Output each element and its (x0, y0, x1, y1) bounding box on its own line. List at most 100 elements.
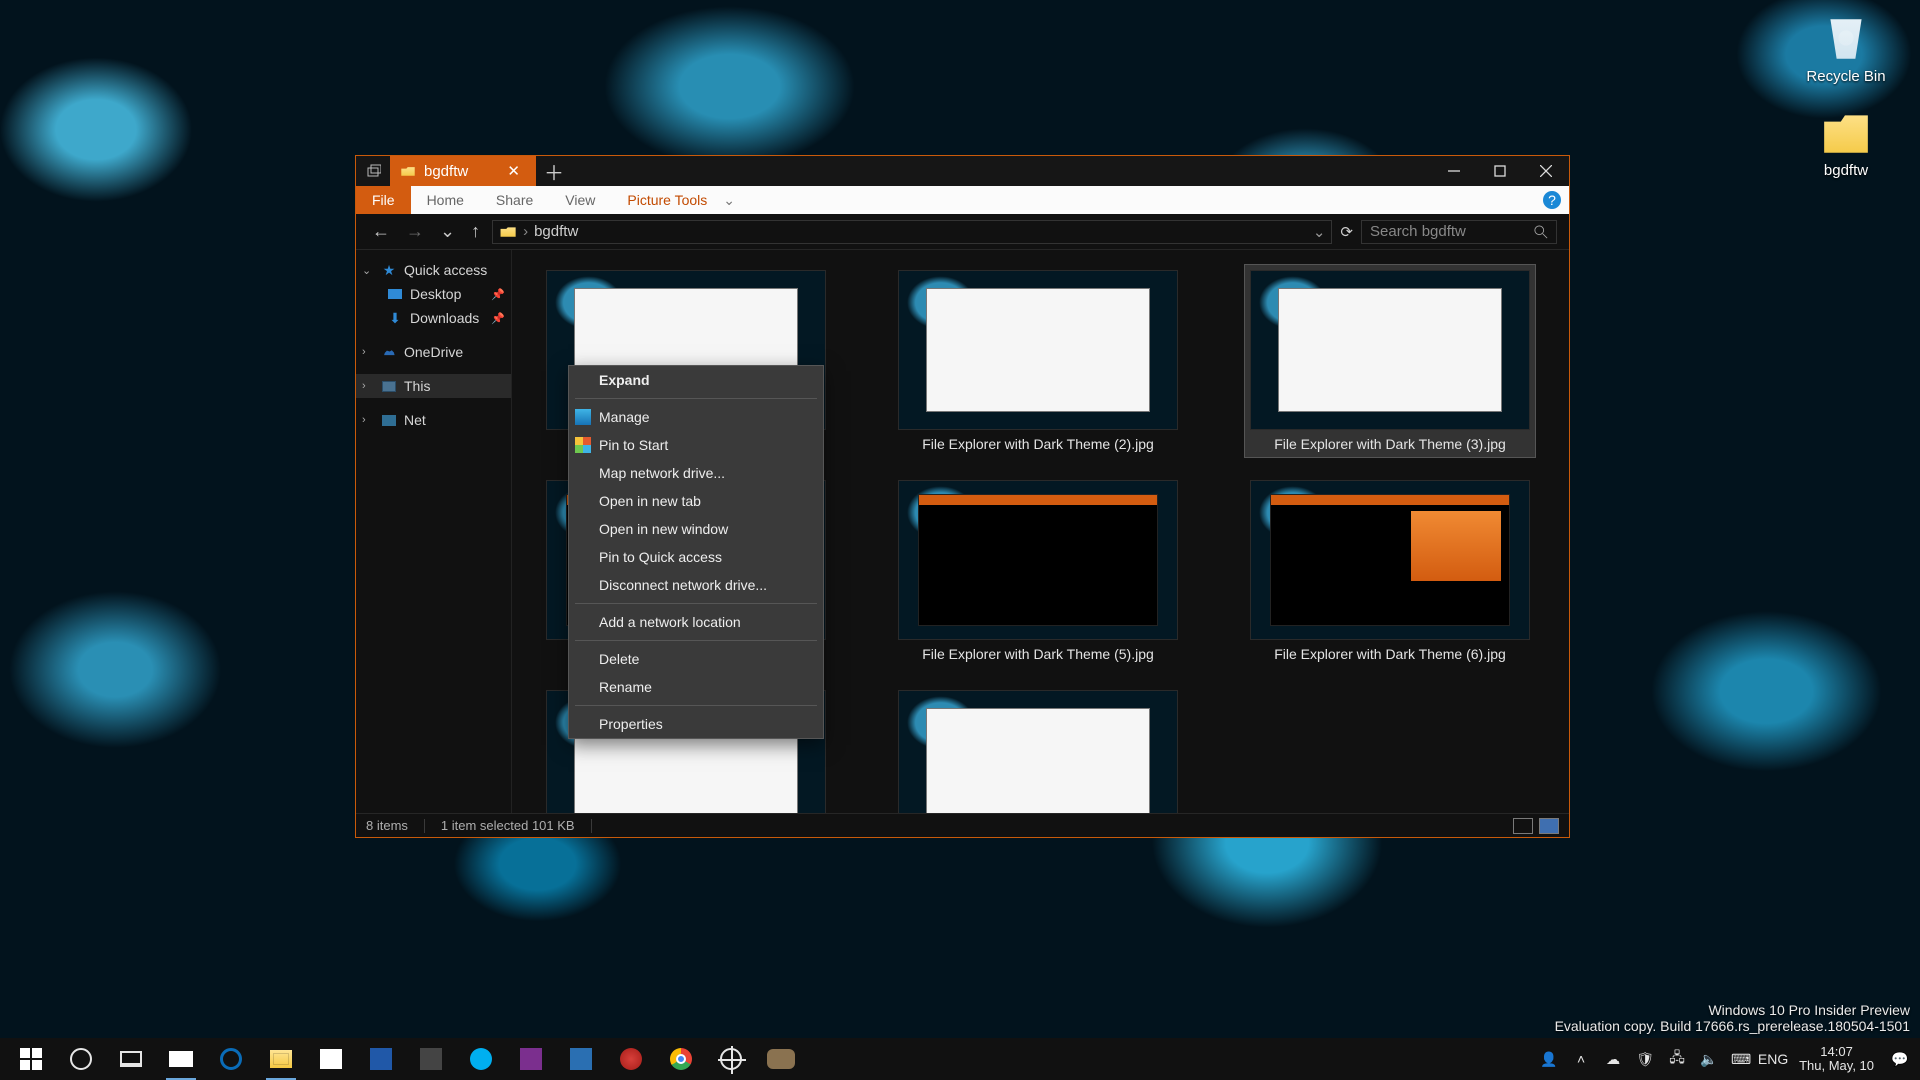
folder-icon (400, 165, 416, 177)
ribbon-collapse-icon[interactable]: ⌄ (723, 192, 735, 209)
store-icon (320, 1049, 342, 1069)
file-item-selected[interactable]: File Explorer with Dark Theme (3).jpg (1244, 264, 1536, 458)
taskbar-store[interactable] (306, 1038, 356, 1080)
nav-onedrive[interactable]: › OneDrive (356, 340, 511, 364)
close-button[interactable] (1523, 156, 1569, 186)
file-item[interactable]: File Explorer with Dark Theme (8).jpg (892, 684, 1184, 813)
taskbar-settings[interactable] (706, 1038, 756, 1080)
breadcrumb-current[interactable]: bgdftw (534, 223, 578, 240)
ctx-open-new-window[interactable]: Open in new window (569, 515, 823, 543)
tray-defender[interactable]: 🛡 (1631, 1047, 1659, 1071)
file-item[interactable]: File Explorer with Dark Theme (6).jpg (1244, 474, 1536, 668)
ribbon-view[interactable]: View (549, 186, 611, 214)
content-area[interactable]: File Explorer with Dark Theme (1).jpg Fi… (512, 250, 1569, 813)
clock-date: Thu, May, 10 (1799, 1059, 1874, 1073)
ctx-add-network-location[interactable]: Add a network location (569, 608, 823, 636)
status-separator (424, 819, 425, 833)
help-button[interactable]: ? (1543, 191, 1561, 209)
search-placeholder: Search bgdftw (1370, 223, 1466, 240)
nav-up-button[interactable]: ↑ (467, 219, 484, 244)
taskbar-chrome[interactable] (656, 1038, 706, 1080)
view-thumbnails-button[interactable] (1539, 818, 1559, 834)
ribbon-file[interactable]: File (356, 186, 411, 214)
nav-quick-access[interactable]: ⌄ ★ Quick access (356, 258, 511, 282)
nav-forward-button[interactable]: → (402, 219, 428, 244)
start-button[interactable] (6, 1038, 56, 1080)
taskbar-sublime[interactable] (406, 1038, 456, 1080)
chevron-right-icon: › (362, 346, 374, 358)
cortana-button[interactable] (56, 1038, 106, 1080)
tray-onedrive[interactable]: ☁ (1599, 1047, 1627, 1071)
file-thumbnail (898, 480, 1178, 640)
file-thumbnail (1250, 270, 1530, 430)
tray-overflow[interactable]: ˄ (1567, 1047, 1595, 1071)
ctx-open-new-tab[interactable]: Open in new tab (569, 487, 823, 515)
nav-back-button[interactable]: ← (368, 219, 394, 244)
tray-people[interactable]: 👤 (1535, 1047, 1563, 1071)
nav-this-pc[interactable]: › This (356, 374, 511, 398)
new-tab-button[interactable]: ＋ (536, 156, 572, 186)
tab-title: bgdftw (424, 163, 468, 180)
quick-access-icon: ★ (380, 262, 398, 279)
maximize-button[interactable] (1477, 156, 1523, 186)
taskbar-file-explorer[interactable] (256, 1038, 306, 1080)
nav-recent-dropdown[interactable]: ⌄ (436, 219, 459, 244)
gimp-icon (767, 1049, 795, 1069)
minimize-button[interactable] (1431, 156, 1477, 186)
ctx-pin-quick-access[interactable]: Pin to Quick access (569, 543, 823, 571)
pin-icon: 📌 (491, 288, 505, 301)
folder-icon (499, 225, 517, 238)
ribbon: File Home Share View Picture Tools ⌄ ? (356, 186, 1569, 214)
chevron-right-icon: › (362, 380, 374, 392)
nav-network[interactable]: › Net (356, 408, 511, 432)
taskbar-mail[interactable] (156, 1038, 206, 1080)
file-item[interactable]: File Explorer with Dark Theme (5).jpg (892, 474, 1184, 668)
nav-desktop[interactable]: Desktop 📌 (356, 282, 511, 306)
taskbar-edge[interactable] (206, 1038, 256, 1080)
nav-downloads[interactable]: ⬇ Downloads 📌 (356, 306, 511, 330)
action-center-button[interactable]: 💬 (1886, 1047, 1914, 1071)
search-box[interactable]: Search bgdftw (1361, 220, 1557, 244)
title-bar[interactable]: bgdftw ✕ ＋ (356, 156, 1569, 186)
taskbar-word[interactable] (356, 1038, 406, 1080)
ribbon-home[interactable]: Home (411, 186, 480, 214)
tab-close-button[interactable]: ✕ (501, 162, 526, 180)
recycle-bin-shortcut[interactable]: Recycle Bin (1798, 12, 1894, 85)
tray-volume[interactable]: 🔈 (1695, 1047, 1723, 1071)
breadcrumb-bar[interactable]: › bgdftw ⌄ (492, 220, 1332, 244)
ribbon-picture-tools[interactable]: Picture Tools (611, 186, 723, 214)
chevron-right-icon: › (523, 223, 528, 240)
taskbar-gimp[interactable] (756, 1038, 806, 1080)
downloads-icon: ⬇ (386, 310, 404, 327)
ctx-expand[interactable]: Expand (569, 366, 823, 394)
taskbar-virtualbox[interactable] (556, 1038, 606, 1080)
nav-label: OneDrive (404, 344, 463, 360)
tray-language[interactable]: ENG (1759, 1047, 1787, 1071)
skype-icon (470, 1048, 492, 1070)
taskbar-opera[interactable] (606, 1038, 656, 1080)
desktop-folder-shortcut[interactable]: bgdftw (1798, 106, 1894, 179)
ribbon-share[interactable]: Share (480, 186, 549, 214)
address-history-dropdown[interactable]: ⌄ (1313, 223, 1326, 241)
tray-clock[interactable]: 14:07 Thu, May, 10 (1791, 1045, 1882, 1074)
ctx-properties[interactable]: Properties (569, 710, 823, 738)
context-menu: Expand Manage Pin to Start Map network d… (568, 365, 824, 739)
ctx-delete[interactable]: Delete (569, 645, 823, 673)
refresh-button[interactable]: ⟳ (1340, 223, 1353, 241)
taskbar-onenote[interactable] (506, 1038, 556, 1080)
file-name: File Explorer with Dark Theme (2).jpg (922, 436, 1154, 452)
ctx-rename[interactable]: Rename (569, 673, 823, 701)
file-name: File Explorer with Dark Theme (6).jpg (1274, 646, 1506, 662)
ctx-pin-start[interactable]: Pin to Start (569, 431, 823, 459)
tray-network[interactable]: 🖧 (1663, 1047, 1691, 1071)
tray-keyboard[interactable]: ⌨ (1727, 1047, 1755, 1071)
taskbar-skype[interactable] (456, 1038, 506, 1080)
active-tab[interactable]: bgdftw ✕ (390, 156, 536, 186)
tab-sets-button[interactable] (356, 156, 390, 186)
view-details-button[interactable] (1513, 818, 1533, 834)
ctx-manage[interactable]: Manage (569, 403, 823, 431)
file-item[interactable]: File Explorer with Dark Theme (2).jpg (892, 264, 1184, 458)
task-view-button[interactable] (106, 1038, 156, 1080)
ctx-disconnect-drive[interactable]: Disconnect network drive... (569, 571, 823, 599)
ctx-map-drive[interactable]: Map network drive... (569, 459, 823, 487)
